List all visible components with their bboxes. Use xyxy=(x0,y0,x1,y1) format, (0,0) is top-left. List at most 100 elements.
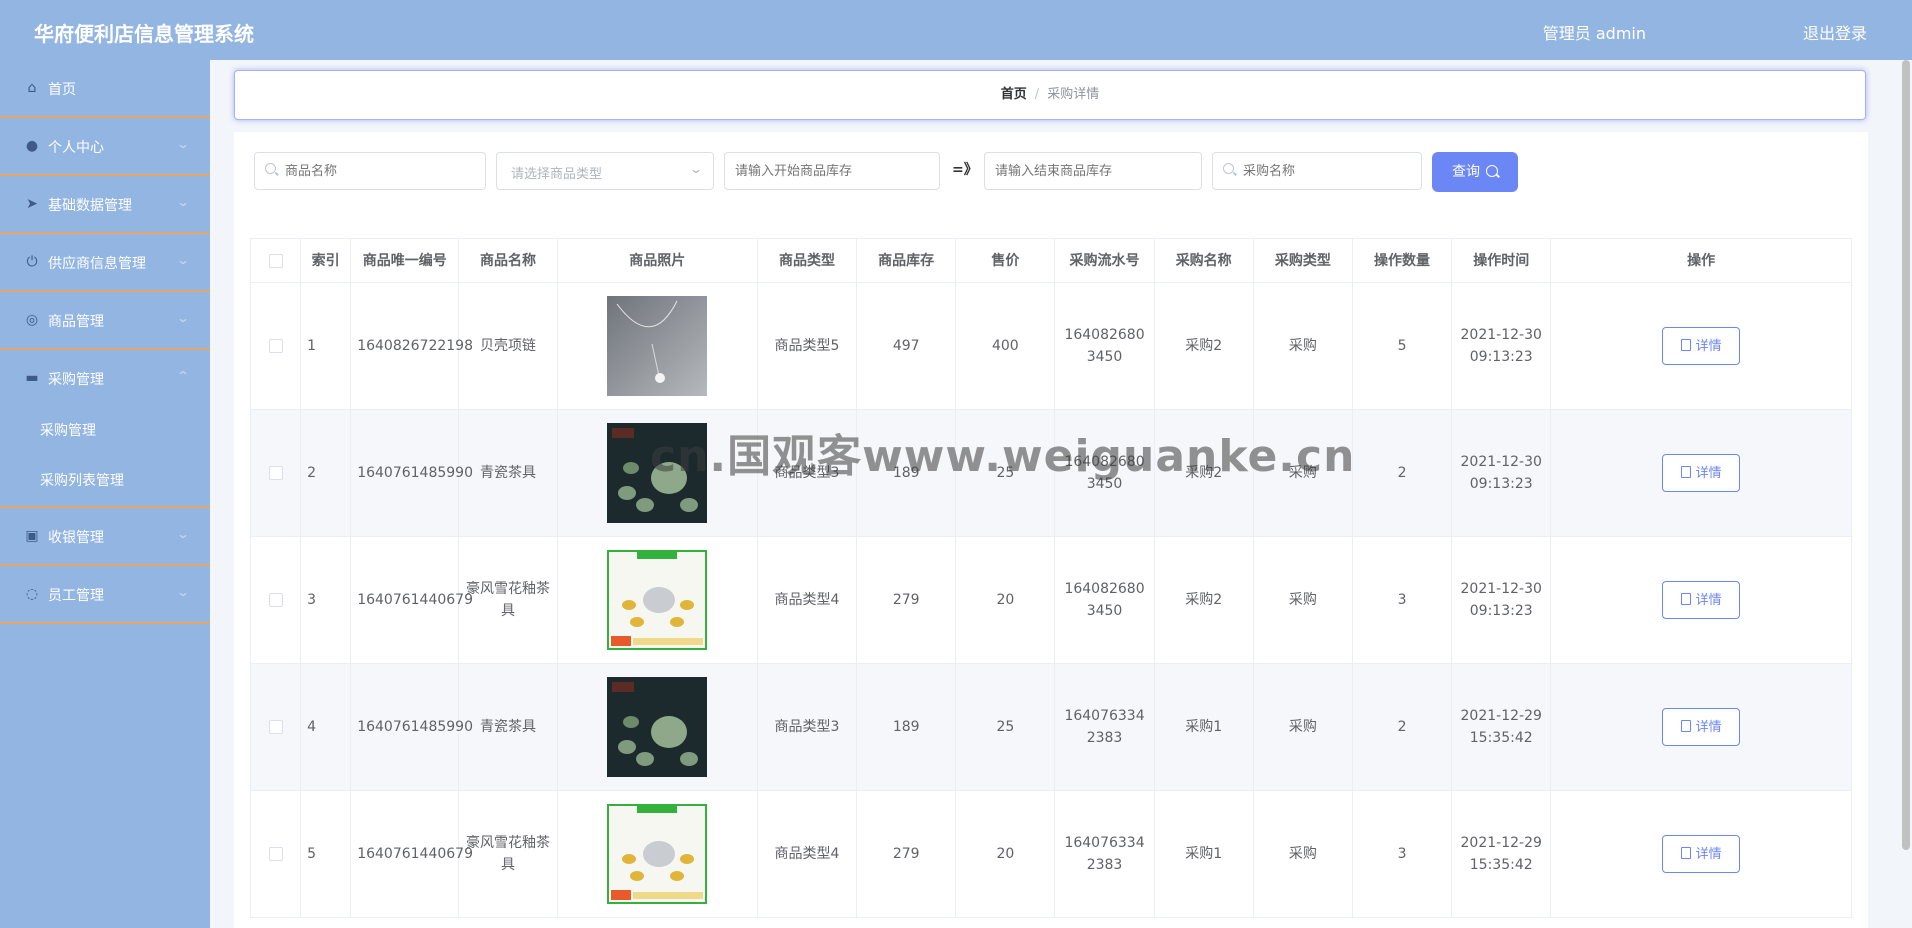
sidebar-item-products[interactable]: ◎ 商品管理 ⌄ xyxy=(0,292,210,350)
sidebar-item-label: 个人中心 xyxy=(48,140,104,156)
breadcrumb-home[interactable]: 首页 xyxy=(1001,87,1027,102)
search-icon xyxy=(1223,163,1234,174)
column-header[interactable]: 索引 xyxy=(300,238,352,283)
table-row[interactable]: 3 1640761440679 豪风雪花釉茶具 商品类型4 279 20 164… xyxy=(249,536,1852,664)
cell-actions: 详情 xyxy=(1550,282,1852,410)
search-icon xyxy=(1486,165,1498,177)
detail-button[interactable]: 详情 xyxy=(1662,327,1741,365)
sidebar-item-label: 收银管理 xyxy=(48,530,104,546)
range-separator: =》 xyxy=(952,162,978,178)
detail-button[interactable]: 详情 xyxy=(1662,708,1741,746)
column-header[interactable]: 商品照片 xyxy=(556,238,758,283)
row-checkbox[interactable] xyxy=(268,466,283,480)
cell-purchase-name: 采购2 xyxy=(1153,536,1254,664)
stock-end-field[interactable] xyxy=(984,152,1202,190)
row-checkbox[interactable] xyxy=(268,720,283,734)
detail-button[interactable]: 详情 xyxy=(1662,835,1741,873)
column-header[interactable]: 商品名称 xyxy=(458,238,558,283)
sidebar-item-home[interactable]: ⌂ 首页 xyxy=(0,60,210,118)
cell-purchase-name: 采购1 xyxy=(1153,663,1254,791)
content-panel: 请选择商品类型 ⌄ =》 查询 索引 xyxy=(234,132,1868,928)
detail-label: 详情 xyxy=(1695,720,1722,735)
sidebar-item-label: 基础数据管理 xyxy=(48,198,132,214)
column-header[interactable]: 操作数量 xyxy=(1351,238,1453,283)
cell-code: 1640761440679 xyxy=(350,790,473,918)
cell-index: 5 xyxy=(300,790,352,918)
select-all-cell xyxy=(249,238,302,283)
sidebar-item-supplier[interactable]: ⏻ 供应商信息管理 ⌄ xyxy=(0,234,210,292)
stock-start-input[interactable] xyxy=(725,153,939,189)
column-header[interactable]: 操作 xyxy=(1550,238,1852,283)
sidebar-item-label: 首页 xyxy=(48,82,76,98)
vertical-scrollbar[interactable] xyxy=(1902,60,1910,850)
submenu-item-purchase-management[interactable]: 采购管理 xyxy=(0,406,210,456)
sidebar-item-label: 供应商信息管理 xyxy=(48,256,146,272)
row-checkbox-cell xyxy=(249,282,302,410)
cell-name: 贝壳项链 xyxy=(458,282,558,410)
product-name-input[interactable] xyxy=(255,153,485,189)
sidebar-item-basic-data[interactable]: ➤ 基础数据管理 ⌄ xyxy=(0,176,210,234)
product-type-select[interactable]: 请选择商品类型 ⌄ xyxy=(496,152,714,190)
row-checkbox-cell xyxy=(249,536,302,664)
cell-stock: 279 xyxy=(856,536,957,664)
breadcrumb-separator: / xyxy=(1034,87,1040,102)
document-icon xyxy=(1680,339,1691,351)
cell-index: 2 xyxy=(300,409,352,537)
cell-time: 2021-12-30 09:13:23 xyxy=(1451,409,1552,537)
search-icon xyxy=(265,163,276,174)
tea-set-photo[interactable] xyxy=(607,550,708,650)
row-checkbox[interactable] xyxy=(268,593,283,607)
cell-price: 20 xyxy=(955,790,1056,918)
sidebar-item-purchase[interactable]: ▬ 采购管理 ⌃ xyxy=(0,350,210,406)
column-header[interactable]: 售价 xyxy=(955,238,1056,283)
cell-qty: 3 xyxy=(1351,536,1453,664)
stock-end-input[interactable] xyxy=(985,153,1201,189)
cell-stock: 189 xyxy=(856,663,957,791)
tea-set-photo[interactable] xyxy=(607,677,708,777)
sidebar-item-cashier[interactable]: ▣ 收银管理 ⌄ xyxy=(0,508,210,566)
product-name-search[interactable] xyxy=(254,152,486,190)
stock-start-field[interactable] xyxy=(724,152,940,190)
select-all-checkbox[interactable] xyxy=(268,253,283,268)
breadcrumb-current: 采购详情 xyxy=(1047,87,1100,102)
column-header[interactable]: 采购流水号 xyxy=(1054,238,1155,283)
query-button[interactable]: 查询 xyxy=(1432,152,1518,192)
column-header[interactable]: 商品库存 xyxy=(856,238,957,283)
chevron-down-icon: ⌄ xyxy=(175,311,191,325)
watermark: cn.国观客www.weiguanke.cn xyxy=(650,431,1356,482)
chevron-down-icon: ⌄ xyxy=(175,253,191,267)
sidebar: ⌂ 首页 ● 个人中心 ⌄ ➤ 基础数据管理 ⌄ ⏻ 供应商信息管理 ⌄ ◎ 商… xyxy=(0,60,211,928)
purchase-name-search[interactable] xyxy=(1212,152,1422,190)
top-header: 华府便利店信息管理系统 管理员 admin 退出登录 xyxy=(0,0,1912,60)
sidebar-item-personal-center[interactable]: ● 个人中心 ⌄ xyxy=(0,118,210,176)
cell-name: 豪风雪花釉茶具 xyxy=(458,790,558,918)
sidebar-item-staff[interactable]: ◌ 员工管理 ⌄ xyxy=(0,566,210,624)
row-checkbox-cell xyxy=(249,663,302,791)
table-row[interactable]: 1 1640826722198 贝壳项链 商品类型5 497 400 16408… xyxy=(249,282,1852,410)
table-row[interactable]: 4 1640761485990 青瓷茶具 商品类型3 189 25 164076… xyxy=(249,663,1852,791)
cell-price: 25 xyxy=(955,663,1056,791)
cell-actions: 详情 xyxy=(1550,409,1852,537)
user-icon: ● xyxy=(25,138,39,154)
detail-button[interactable]: 详情 xyxy=(1662,454,1741,492)
table-header-row: 索引 商品唯一编号 商品名称 商品照片 商品类型 商品库存 售价 采购流水号 采… xyxy=(249,238,1852,283)
necklace-photo[interactable] xyxy=(607,296,708,396)
detail-button[interactable]: 详情 xyxy=(1662,581,1741,619)
column-header[interactable]: 采购名称 xyxy=(1153,238,1254,283)
row-checkbox-cell xyxy=(249,409,302,537)
tea-set-photo[interactable] xyxy=(607,804,708,904)
row-checkbox[interactable] xyxy=(268,339,283,353)
table-row[interactable]: 5 1640761440679 豪风雪花釉茶具 商品类型4 279 20 164… xyxy=(249,790,1852,918)
column-header[interactable]: 采购类型 xyxy=(1252,238,1353,283)
purchase-name-input[interactable] xyxy=(1213,153,1421,189)
cell-type: 商品类型5 xyxy=(756,282,858,410)
column-header[interactable]: 商品唯一编号 xyxy=(350,238,460,283)
column-header[interactable]: 商品类型 xyxy=(756,238,858,283)
logout-link[interactable]: 退出登录 xyxy=(1803,20,1867,44)
column-header[interactable]: 操作时间 xyxy=(1451,238,1552,283)
row-checkbox[interactable] xyxy=(268,847,283,861)
cell-photo xyxy=(556,663,758,791)
detail-label: 详情 xyxy=(1695,339,1722,354)
submenu-item-purchase-list[interactable]: 采购列表管理 xyxy=(0,456,210,506)
detail-label: 详情 xyxy=(1695,466,1722,481)
